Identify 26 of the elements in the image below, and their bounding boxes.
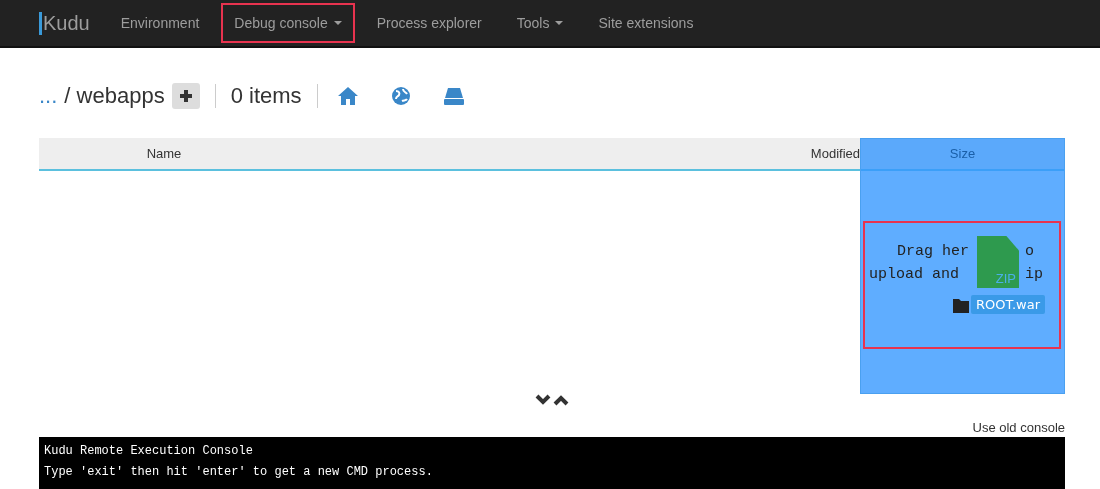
column-header[interactable]: Name — [39, 146, 289, 161]
nav-link[interactable]: Debug console — [221, 3, 355, 43]
nav-link[interactable]: Tools — [503, 3, 577, 43]
add-button[interactable] — [171, 83, 200, 109]
home-icon[interactable] — [336, 86, 359, 106]
item-count: 0 items — [230, 83, 302, 109]
plus-icon — [179, 90, 192, 102]
brand-logo[interactable]: Kudu — [39, 11, 90, 35]
console-line: Kudu Remote Execution Console — [44, 443, 254, 460]
nav-link[interactable]: Process explorer — [363, 3, 495, 43]
column-header[interactable]: Modified — [289, 146, 860, 161]
drop-hint: upload and — [869, 266, 960, 283]
console-line: Type 'exit' then hit 'enter' to get a new CMD process. — [44, 464, 434, 481]
drive-icon[interactable] — [442, 86, 465, 106]
nav-link[interactable]: Environment — [107, 3, 213, 43]
old-console-link[interactable]: Use old console — [972, 420, 1065, 435]
folder-icon — [953, 296, 971, 313]
nav-link[interactable]: Site extensions — [585, 3, 707, 43]
file-name: ROOT.war — [971, 295, 1045, 314]
drop-hint: o — [1025, 243, 1034, 260]
collapse-expand-icon[interactable] — [535, 393, 569, 407]
breadcrumb-link[interactable]: ... — [39, 83, 58, 109]
folder-path: / webapps — [64, 83, 165, 109]
drop-hint: ip — [1025, 266, 1043, 283]
drop-hint: Drag her — [897, 243, 970, 260]
zip-file-icon: ZIP — [977, 236, 1019, 288]
